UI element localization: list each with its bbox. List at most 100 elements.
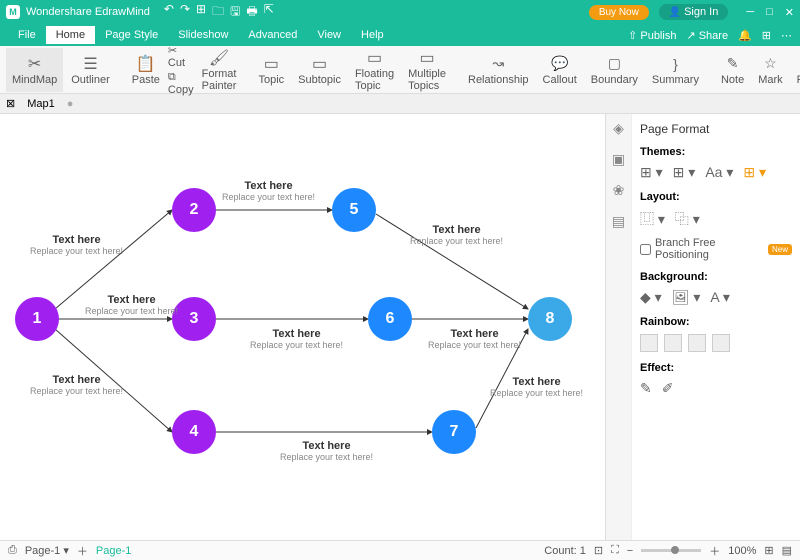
zoom-out-icon[interactable]: − [627,545,633,557]
menu-view[interactable]: View [307,26,351,44]
node-3[interactable]: 3 [172,297,216,341]
callout-button[interactable]: 💬Callout [537,48,583,92]
view1-icon[interactable]: ⊞ [764,544,773,557]
rainbow-sw2[interactable] [664,334,682,352]
share-link[interactable]: ↗ Share [686,29,728,42]
titlebar: M Wondershare EdrawMind ↶ ↷ ⊞ 🗀 🖫 🖶 ⇱ Bu… [0,0,800,24]
edge-label[interactable]: Text hereReplace your text here! [280,440,373,463]
export-icon[interactable]: ⇱ [264,2,274,23]
zoom-value[interactable]: 100% [728,545,756,557]
edge-label[interactable]: Text hereReplace your text here! [85,294,178,317]
edges [0,114,605,540]
font-opt-icon[interactable]: Aa ▾ [705,164,733,181]
active-page[interactable]: Page-1 [96,545,131,557]
redo-icon[interactable]: ↷ [180,2,190,23]
sidetab-palette-icon[interactable]: ❀ [613,182,625,199]
view2-icon[interactable]: ▤ [782,544,792,557]
add-page-icon[interactable]: ＋ [77,543,88,559]
grid-icon[interactable]: ⊞ [762,29,771,42]
mark-button[interactable]: ☆Mark [752,48,788,92]
tab-dot-icon[interactable]: ● [67,98,74,110]
cut-button[interactable]: ✂ Cut [168,44,194,69]
copy-button[interactable]: ⧉ Copy [168,71,194,96]
edge-label[interactable]: Text hereReplace your text here! [222,180,315,203]
theme-opt1-icon[interactable]: ⊞ ▾ [640,164,663,181]
menu-slideshow[interactable]: Slideshow [168,26,238,44]
node-1[interactable]: 1 [15,297,59,341]
summary-button[interactable]: }Summary [646,48,705,92]
picture-button[interactable]: 🖼Picture [791,48,800,92]
edge-label[interactable]: Text hereReplace your text here! [30,374,123,397]
zoom-in-icon[interactable]: ＋ [709,543,720,559]
node-2[interactable]: 2 [172,188,216,232]
panel-title: Page Format [640,122,792,136]
multiple-topics-button[interactable]: ▭Multiple Topics [402,48,452,92]
sign-in-button[interactable]: 👤 Sign In [659,4,728,20]
bell-icon[interactable]: 🔔 [738,29,752,42]
fit-icon[interactable]: ⊡ [594,544,603,557]
new-icon[interactable]: ⊞ [196,2,206,23]
menu-pagestyle[interactable]: Page Style [95,26,168,44]
open-icon[interactable]: 🗀 [212,2,224,23]
effect-label: Effect: [640,362,792,374]
node-5[interactable]: 5 [332,188,376,232]
sidetab-diamond-icon[interactable]: ◈ [613,120,624,137]
edge-label[interactable]: Text hereReplace your text here! [410,224,503,247]
menu-file[interactable]: File [8,26,46,44]
node-6[interactable]: 6 [368,297,412,341]
format-painter-button[interactable]: 🖌Format Painter [196,48,243,92]
branch-free-checkbox[interactable]: Branch Free PositioningNew [640,237,792,261]
close-icon[interactable]: ✕ [785,6,794,19]
relationship-button[interactable]: ↝Relationship [462,48,535,92]
node-4[interactable]: 4 [172,410,216,454]
bg-fill-icon[interactable]: ◆ ▾ [640,289,662,306]
rainbow-sw4[interactable] [712,334,730,352]
help-icon[interactable]: ⋯ [781,29,792,42]
print-icon[interactable]: 🖶 [246,2,257,23]
menu-help[interactable]: Help [351,26,394,44]
bg-image-icon[interactable]: 🖼 ▾ [672,289,701,306]
publish-link[interactable]: ⇧ Publish [628,29,676,42]
floating-topic-button[interactable]: ▭Floating Topic [349,48,400,92]
mindmap-button[interactable]: ✂MindMap [6,48,63,92]
fullscreen-icon[interactable]: ⛶ [611,544,619,557]
sidetab-page-icon[interactable]: ▣ [612,151,625,168]
tab-close-icon[interactable]: ⊠ [6,97,15,110]
page-selector[interactable]: Page-1 ▾ [25,544,69,557]
note-button[interactable]: ✎Note [715,48,750,92]
node-8[interactable]: 8 [528,297,572,341]
paste-button[interactable]: 📋Paste [126,48,166,92]
color-opt-icon[interactable]: ⊞ ▾ [743,164,766,181]
topic-button[interactable]: ▭Topic [252,48,290,92]
tab-map1[interactable]: Map1 [21,97,61,111]
effect-opt2-icon[interactable]: ✐ [662,380,674,397]
save-icon[interactable]: 🖫 [230,2,240,23]
ribbon: ✂MindMap ☰Outliner 📋Paste ✂ Cut ⧉ Copy 🖌… [0,46,800,94]
rainbow-sw3[interactable] [688,334,706,352]
effect-opt1-icon[interactable]: ✎ [640,380,652,397]
sidetab-layers-icon[interactable]: ▤ [612,213,625,230]
edge-label[interactable]: Text hereReplace your text here! [490,376,583,399]
boundary-button[interactable]: ▢Boundary [585,48,644,92]
bg-watermark-icon[interactable]: A ▾ [710,289,729,306]
rainbow-sw1[interactable] [640,334,658,352]
zoom-slider[interactable] [641,549,701,552]
canvas[interactable]: 1 2 3 4 5 6 7 8 Text hereReplace your te… [0,114,605,540]
document-tabs: ⊠ Map1 ● [0,94,800,114]
maximize-icon[interactable]: □ [766,6,773,19]
menu-home[interactable]: Home [46,26,95,44]
minimize-icon[interactable]: ─ [746,6,754,19]
edge-label[interactable]: Text hereReplace your text here! [250,328,343,351]
layout-opt1-icon[interactable]: ⿶ ▾ [640,209,665,229]
menu-advanced[interactable]: Advanced [238,26,307,44]
node-7[interactable]: 7 [432,410,476,454]
buy-now-button[interactable]: Buy Now [589,5,649,20]
theme-opt2-icon[interactable]: ⊞ ▾ [673,164,696,181]
pages-icon[interactable]: ⎙ [8,544,17,557]
layout-opt2-icon[interactable]: ⿻ ▾ [675,209,700,229]
edge-label[interactable]: Text hereReplace your text here! [428,328,521,351]
undo-icon[interactable]: ↶ [164,2,174,23]
subtopic-button[interactable]: ▭Subtopic [292,48,347,92]
outliner-button[interactable]: ☰Outliner [65,48,116,92]
edge-label[interactable]: Text hereReplace your text here! [30,234,123,257]
